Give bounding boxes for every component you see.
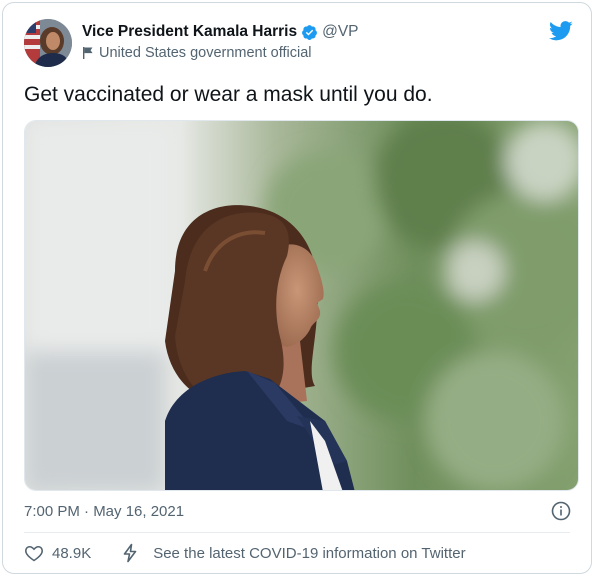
government-label-text: United States government official — [99, 45, 312, 61]
covid-info-link[interactable]: See the latest COVID-19 information on T… — [153, 545, 465, 562]
heart-icon[interactable] — [24, 543, 44, 563]
author-handle[interactable]: @VP — [322, 23, 358, 41]
like-count[interactable]: 48.9K — [52, 545, 91, 562]
tweet-text: Get vaccinated or wear a mask until you … — [24, 83, 433, 106]
author-display-name[interactable]: Vice President Kamala Harris — [82, 23, 297, 41]
tweet-timestamp[interactable]: 7:00 PM · May 16, 2021 — [24, 503, 184, 520]
flag-icon — [82, 46, 94, 60]
government-label[interactable]: United States government official — [82, 45, 312, 61]
avatar[interactable] — [24, 19, 72, 67]
lightning-bolt-icon — [121, 543, 139, 563]
tweet-actions: 48.9K See the latest COVID-19 informatio… — [24, 543, 466, 563]
tweet-photo[interactable] — [24, 120, 579, 491]
twitter-bird-icon[interactable] — [549, 21, 573, 41]
divider — [24, 532, 570, 533]
info-icon[interactable] — [551, 501, 571, 521]
tweet-card[interactable]: Vice President Kamala Harris @VP United … — [2, 2, 592, 574]
author-name-row: Vice President Kamala Harris @VP — [82, 23, 359, 41]
verified-badge-icon — [301, 24, 318, 41]
